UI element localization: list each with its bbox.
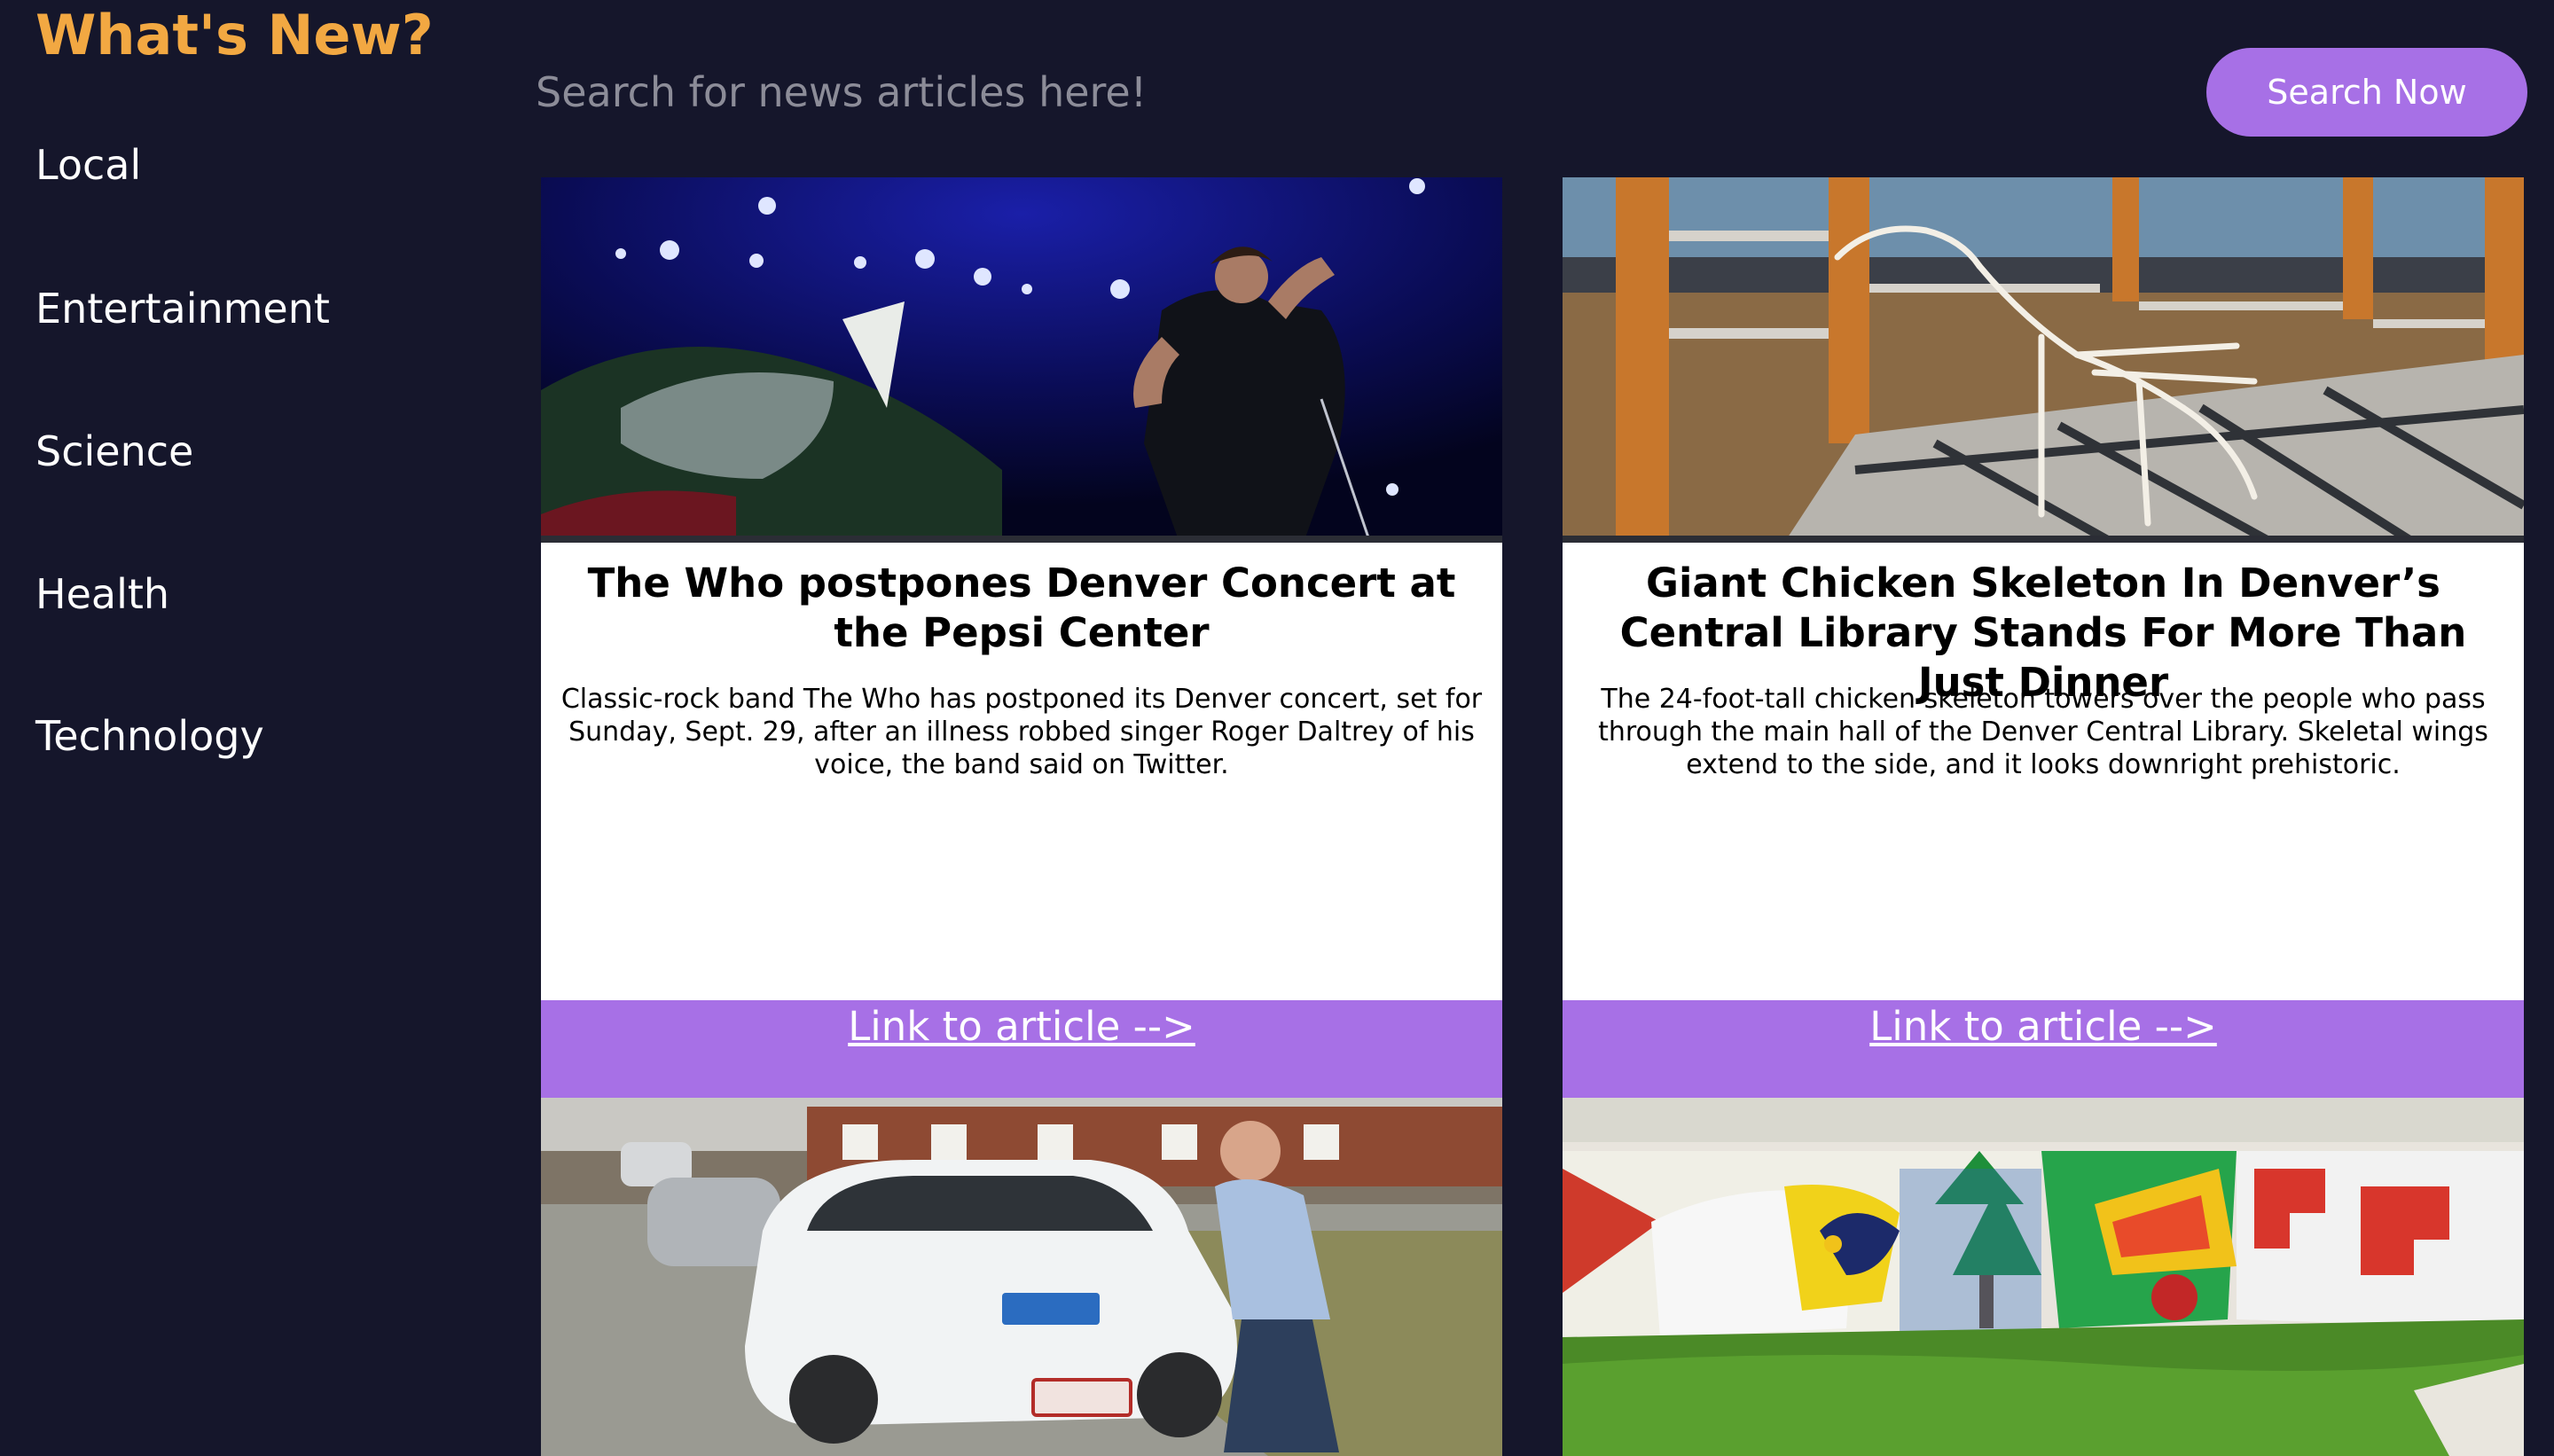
article-link[interactable]: Link to article --> — [1869, 1002, 2217, 1052]
article-link[interactable]: Link to article --> — [848, 1002, 1195, 1052]
library-skeleton-photo[interactable] — [1563, 177, 2524, 543]
search-input[interactable] — [536, 59, 2132, 126]
article-footer: Link to article --> — [1563, 1000, 2524, 1098]
sidebar-item-health[interactable]: Health — [35, 569, 169, 619]
site-title: What's New? — [35, 3, 434, 67]
article-card — [541, 1098, 1502, 1456]
mural-photo[interactable] — [1563, 1098, 2524, 1456]
sidebar-item-technology[interactable]: Technology — [35, 711, 264, 761]
car-photo[interactable] — [541, 1098, 1502, 1456]
article-description: The 24-foot-tall chicken skeleton towers… — [1598, 684, 2488, 780]
search-button[interactable]: Search Now — [2206, 48, 2527, 137]
sidebar-item-science[interactable]: Science — [35, 427, 193, 476]
article-footer: Link to article --> — [541, 1000, 1502, 1098]
sidebar-item-local[interactable]: Local — [35, 140, 141, 190]
article-title: The Who postpones Denver Concert at the … — [587, 560, 1456, 656]
article-card: Giant Chicken Skeleton In Denver’s Centr… — [1563, 177, 2524, 1098]
concert-photo[interactable] — [541, 177, 1502, 543]
sidebar: What's New? Local Entertainment Science … — [0, 0, 497, 1456]
article-card — [1563, 1098, 2524, 1456]
article-description: Classic-rock band The Who has postponed … — [560, 684, 1483, 780]
sidebar-item-entertainment[interactable]: Entertainment — [35, 284, 330, 333]
article-card: The Who postpones Denver Concert at the … — [541, 177, 1502, 1098]
